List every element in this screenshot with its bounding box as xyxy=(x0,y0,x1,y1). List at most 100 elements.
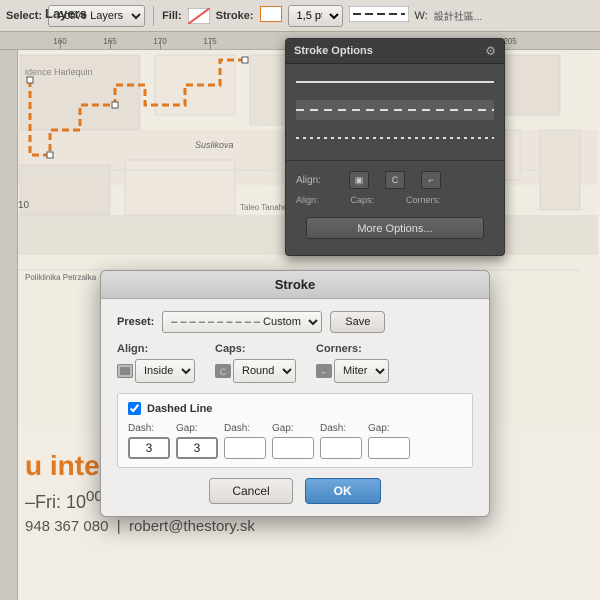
area-label: Taleo Tanahe xyxy=(240,203,288,212)
layers-panel-title: Layers xyxy=(45,6,87,21)
hours-prefix: –Fri: 10 xyxy=(25,492,86,512)
dash-col-2: Dash: xyxy=(224,423,266,459)
dialog-body: Preset: – – – – – – – – – – Custom Save … xyxy=(101,299,489,516)
corners-col-label: Corners: xyxy=(316,343,389,355)
gap-col-2: Gap: xyxy=(272,423,314,459)
anchor-point xyxy=(47,152,53,158)
gap-col-3: Gap: xyxy=(368,423,410,459)
dashed-line-preview xyxy=(296,109,494,111)
dashed-line-label: Dashed Line xyxy=(147,403,212,415)
stroke-line-samples xyxy=(286,64,504,156)
caps-select[interactable]: Round xyxy=(233,359,296,383)
ruler-tick xyxy=(160,41,161,49)
dashed-line-checkbox[interactable] xyxy=(128,402,141,415)
preset-select[interactable]: – – – – – – – – – – Custom xyxy=(162,311,322,333)
anchor-point xyxy=(112,102,118,108)
dash-label-2: Dash: xyxy=(224,423,266,434)
dialog-button-row: Cancel OK xyxy=(117,478,473,504)
dotted-line-preview xyxy=(296,137,494,139)
building-name: idence Harlequin xyxy=(25,67,93,77)
gap-input-2[interactable] xyxy=(272,437,314,459)
panel-header: Stroke Options ⚙ xyxy=(286,39,504,64)
gap-label-3: Gap: xyxy=(368,423,410,434)
contact-text: 948 367 080 | robert@thestory.sk xyxy=(25,518,575,535)
align-caps-corners-section: Align: Inside Caps: C xyxy=(117,343,473,383)
caps-round-icon[interactable]: C xyxy=(385,171,405,189)
select-label: Select: xyxy=(6,10,42,22)
align-center-icon[interactable]: ▣ xyxy=(349,171,369,189)
gap-input-3[interactable] xyxy=(368,437,410,459)
w-value: 設計社區... xyxy=(434,8,482,23)
panel-align-row: Align: ▣ C ⌐ xyxy=(286,165,504,195)
svg-text:C: C xyxy=(220,367,227,377)
main-toolbar: Select: Active Layers Fill: Stroke: 1,5 … xyxy=(0,0,600,32)
ok-button[interactable]: OK xyxy=(305,478,381,504)
separator: | xyxy=(117,518,121,535)
fill-icon xyxy=(188,8,210,24)
stroke-line-dashed-item[interactable] xyxy=(296,100,494,120)
dash-pattern-box[interactable] xyxy=(349,6,409,25)
preset-row: Preset: – – – – – – – – – – Custom Save xyxy=(117,311,473,333)
dash-label-1: Dash: xyxy=(128,423,170,434)
ruler-vertical xyxy=(0,50,18,600)
gap-label-2: Gap: xyxy=(272,423,314,434)
panel-title: Stroke Options xyxy=(294,45,373,57)
dash-gap-inputs-row: Dash: Gap: Dash: Gap: xyxy=(128,423,462,459)
more-options-button[interactable]: More Options... xyxy=(306,217,484,239)
caps-col-label: Caps: xyxy=(215,343,296,355)
dashed-checkbox-row: Dashed Line xyxy=(128,402,462,415)
align-select[interactable]: Inside xyxy=(135,359,195,383)
route-number: 10 xyxy=(18,200,30,211)
dashed-line-section: Dashed Line Dash: Gap: Dash: xyxy=(117,393,473,468)
stroke-dialog: Stroke Preset: – – – – – – – – – – Custo… xyxy=(100,270,490,517)
gap-input-1[interactable] xyxy=(176,437,218,459)
stroke-options-panel: Stroke Options ⚙ Align: ▣ C ⌐ Align: Cap… xyxy=(285,38,505,256)
toolbar-separator-1 xyxy=(153,6,154,26)
corners-col: Corners: ⌐ Miter xyxy=(316,343,389,383)
solid-line-preview xyxy=(296,81,494,83)
email-address: robert@thestory.sk xyxy=(129,518,255,535)
corners-select[interactable]: Miter xyxy=(334,359,389,383)
save-button[interactable]: Save xyxy=(330,311,385,333)
ruler-num-205: 205 xyxy=(503,37,516,46)
stroke-color-box[interactable] xyxy=(260,6,282,25)
dash-input-2[interactable] xyxy=(224,437,266,459)
gear-icon[interactable]: ⚙ xyxy=(485,44,496,58)
dash-col-1: Dash: xyxy=(128,423,170,459)
stroke-line-dotted-item[interactable] xyxy=(296,128,494,148)
align-col-label: Align: xyxy=(117,343,195,355)
dash-label-3: Dash: xyxy=(320,423,362,434)
corners-icon[interactable]: ⌐ xyxy=(421,171,441,189)
corners-miter-icon: ⌐ xyxy=(316,364,332,378)
svg-text:⌐: ⌐ xyxy=(322,368,327,377)
stroke-line-solid-item[interactable] xyxy=(296,72,494,92)
street-label2: Poliklinika Petrzalka xyxy=(25,273,97,282)
anchor-point xyxy=(27,77,33,83)
dash-input-1[interactable] xyxy=(128,437,170,459)
anchor-point xyxy=(242,57,248,63)
dash-input-3[interactable] xyxy=(320,437,362,459)
ruler-tick xyxy=(210,41,211,49)
stroke-icon xyxy=(260,6,282,22)
cancel-button[interactable]: Cancel xyxy=(209,478,292,504)
caps-col: Caps: C Round xyxy=(215,343,296,383)
panel-caps-sublabel: Caps: xyxy=(351,195,375,205)
align-label: Align: xyxy=(296,175,341,186)
phone-number: 948 367 080 xyxy=(25,518,108,535)
preset-label: Preset: xyxy=(117,316,154,328)
dialog-titlebar: Stroke xyxy=(101,271,489,299)
dash-col-3: Dash: xyxy=(320,423,362,459)
align-col: Align: Inside xyxy=(117,343,195,383)
caps-round-icon: C xyxy=(215,364,231,378)
gap-col-1: Gap: xyxy=(176,423,218,459)
dash-pattern-icon xyxy=(349,6,409,22)
street-label: Suslikova xyxy=(195,140,234,150)
stroke-width-select[interactable]: 1,5 pt xyxy=(288,5,343,27)
ruler-tick xyxy=(110,41,111,49)
fill-label: Fill: xyxy=(162,10,182,22)
stroke-label: Stroke: xyxy=(216,10,254,22)
panel-corners-sublabel: Corners: xyxy=(406,195,441,205)
fill-box[interactable] xyxy=(188,8,210,24)
align-inside-icon xyxy=(117,364,133,378)
gap-label-1: Gap: xyxy=(176,423,218,434)
